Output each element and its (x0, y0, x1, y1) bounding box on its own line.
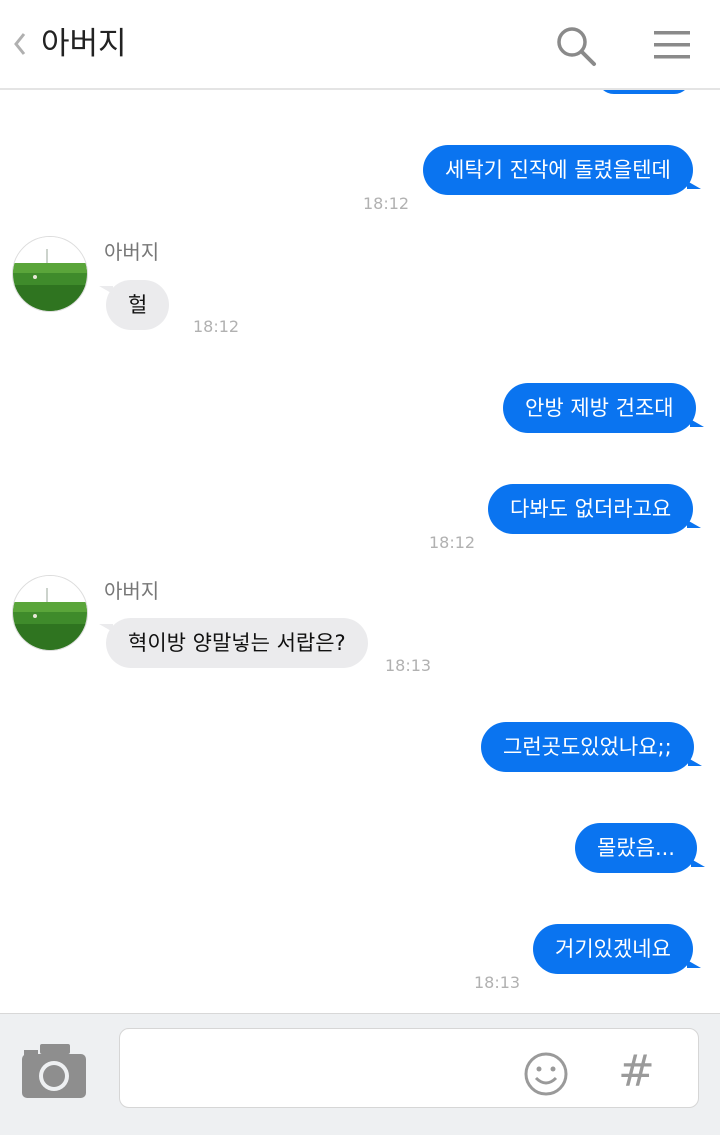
contact-avatar[interactable] (12, 575, 88, 651)
message-bubble-partial (597, 90, 691, 94)
composer-bar: # (0, 1013, 720, 1135)
message-input[interactable]: # (119, 1028, 699, 1108)
message-bubble-incoming[interactable]: 혁이방 양말넣는 서랍은? (99, 618, 368, 668)
message-bubble-outgoing[interactable]: 다봐도 없더라고요 (488, 484, 702, 534)
message-time: 18:13 (385, 656, 432, 675)
contact-avatar[interactable] (12, 236, 88, 312)
message-bubble-incoming[interactable]: 헐 (98, 280, 170, 330)
hashtag-icon[interactable]: # (618, 1047, 655, 1097)
back-arrow-icon[interactable] (10, 30, 30, 58)
message-bubble-outgoing[interactable]: 세탁기 진작에 돌렸을텐데 (423, 145, 701, 195)
message-bubble-outgoing[interactable]: 안방 제방 건조대 (503, 383, 704, 433)
message-bubble-outgoing[interactable]: 그런곳도있었나요;; (481, 722, 702, 772)
search-icon[interactable] (555, 25, 597, 67)
camera-icon[interactable] (20, 1042, 88, 1100)
message-time: 18:13 (474, 973, 521, 992)
sender-name: 아버지 (104, 579, 160, 603)
menu-icon[interactable] (654, 29, 690, 61)
message-time: 18:12 (363, 194, 410, 213)
message-time: 18:12 (193, 317, 240, 336)
emoji-icon[interactable] (523, 1051, 569, 1097)
avatar-image (13, 237, 87, 311)
message-list[interactable]: 세탁기 진작에 돌렸을텐데 18:12 아버지 헐 18:12 안방 제방 건조… (0, 90, 720, 1012)
sender-name: 아버지 (104, 240, 160, 264)
chat-title: 아버지 (41, 26, 127, 62)
avatar-image (13, 576, 87, 650)
chat-header: 아버지 (0, 0, 720, 90)
message-time: 18:12 (429, 533, 476, 552)
message-bubble-outgoing[interactable]: 몰랐음... (575, 823, 705, 873)
message-bubble-outgoing[interactable]: 거기있겠네요 (533, 924, 701, 974)
